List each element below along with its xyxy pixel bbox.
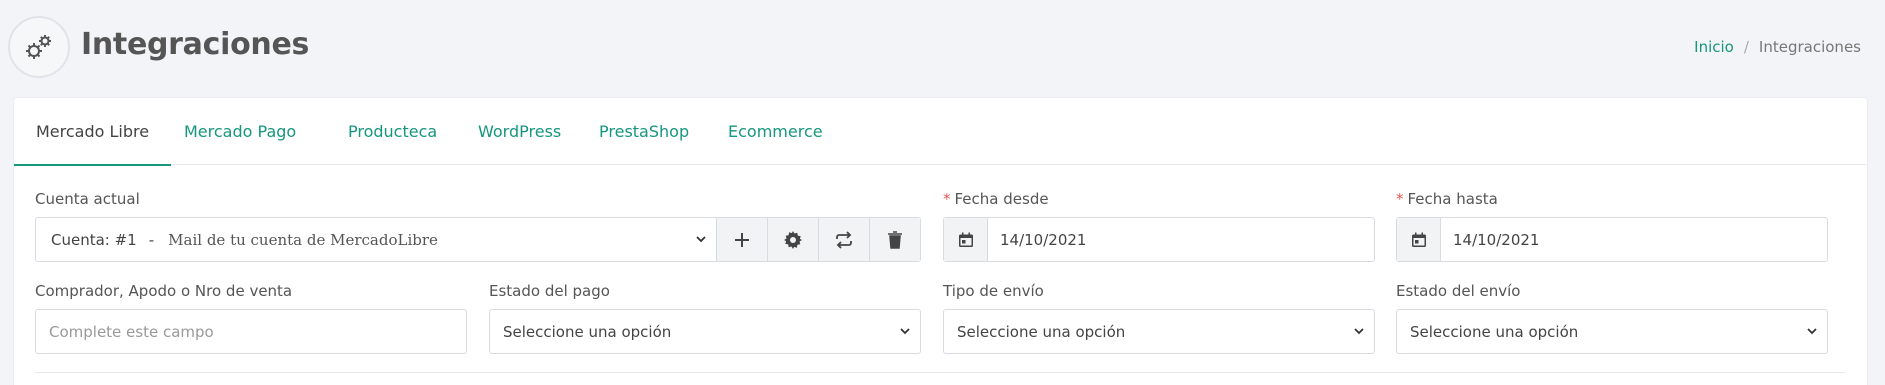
- tab-producteca[interactable]: Producteca: [326, 98, 459, 165]
- repeat-icon: [836, 230, 852, 249]
- date-from-field[interactable]: 14/10/2021: [943, 217, 1375, 262]
- buyer-label: Comprador, Apodo o Nro de venta: [35, 282, 293, 300]
- tab-mercado-pago[interactable]: Mercado Pago: [162, 98, 318, 165]
- chevron-down-icon: [900, 328, 910, 335]
- tab-ecommerce[interactable]: Ecommerce: [706, 98, 845, 165]
- date-to-label: * Fecha hasta: [1396, 190, 1498, 208]
- payment-status-value: Seleccione una opción: [503, 322, 672, 341]
- chevron-down-icon: [1807, 328, 1817, 335]
- chevron-down-icon: [696, 236, 706, 243]
- shipping-type-select[interactable]: Seleccione una opción: [943, 309, 1375, 354]
- shipping-type-value: Seleccione una opción: [957, 322, 1126, 341]
- shipping-status-value: Seleccione una opción: [1410, 322, 1579, 341]
- page-title: Integraciones: [81, 27, 310, 62]
- integrations-card: Mercado Libre Mercado Pago Producteca Wo…: [13, 97, 1868, 385]
- tab-prestashop[interactable]: PrestaShop: [577, 98, 711, 165]
- breadcrumb-home-link[interactable]: Inicio: [1694, 38, 1734, 56]
- account-value: Cuenta: #1: [51, 230, 137, 249]
- breadcrumb-current: Integraciones: [1758, 38, 1861, 56]
- account-email-placeholder: Mail de tu cuenta de MercadoLibre: [168, 230, 438, 249]
- page-header: Integraciones Inicio / Integraciones: [0, 0, 1885, 95]
- calendar-icon: [1397, 218, 1441, 261]
- account-label: Cuenta actual: [35, 190, 140, 208]
- tab-mercado-libre[interactable]: Mercado Libre: [14, 98, 172, 166]
- shipping-type-label: Tipo de envío: [943, 282, 1044, 300]
- date-from-value: 14/10/2021: [1000, 230, 1087, 249]
- shipping-status-select[interactable]: Seleccione una opción: [1396, 309, 1828, 354]
- gear-icon: [784, 230, 802, 249]
- breadcrumb: Inicio / Integraciones: [1694, 38, 1861, 56]
- account-selector-group: Cuenta: #1 - Mail de tu cuenta de Mercad…: [35, 217, 921, 262]
- account-settings-button[interactable]: [767, 218, 818, 261]
- calendar-icon: [944, 218, 988, 261]
- gears-icon: [8, 16, 70, 78]
- payment-status-label: Estado del pago: [489, 282, 610, 300]
- delete-account-button[interactable]: [869, 218, 920, 261]
- shipping-status-label: Estado del envío: [1396, 282, 1521, 300]
- payment-status-select[interactable]: Seleccione una opción: [489, 309, 921, 354]
- account-dash: -: [148, 230, 155, 249]
- date-to-value: 14/10/2021: [1453, 230, 1540, 249]
- plus-icon: [735, 232, 749, 247]
- divider: [35, 372, 1845, 373]
- date-from-label: * Fecha desde: [943, 190, 1049, 208]
- breadcrumb-separator: /: [1743, 38, 1749, 56]
- account-select[interactable]: Cuenta: #1 - Mail de tu cuenta de Mercad…: [36, 218, 716, 261]
- date-to-field[interactable]: 14/10/2021: [1396, 217, 1828, 262]
- integration-tabs: Mercado Libre Mercado Pago Producteca Wo…: [14, 98, 1867, 166]
- trash-icon: [888, 230, 902, 249]
- buyer-search-input[interactable]: Complete este campo: [35, 309, 467, 354]
- add-account-button[interactable]: [716, 218, 767, 261]
- chevron-down-icon: [1354, 328, 1364, 335]
- tab-wordpress[interactable]: WordPress: [456, 98, 583, 165]
- sync-account-button[interactable]: [818, 218, 869, 261]
